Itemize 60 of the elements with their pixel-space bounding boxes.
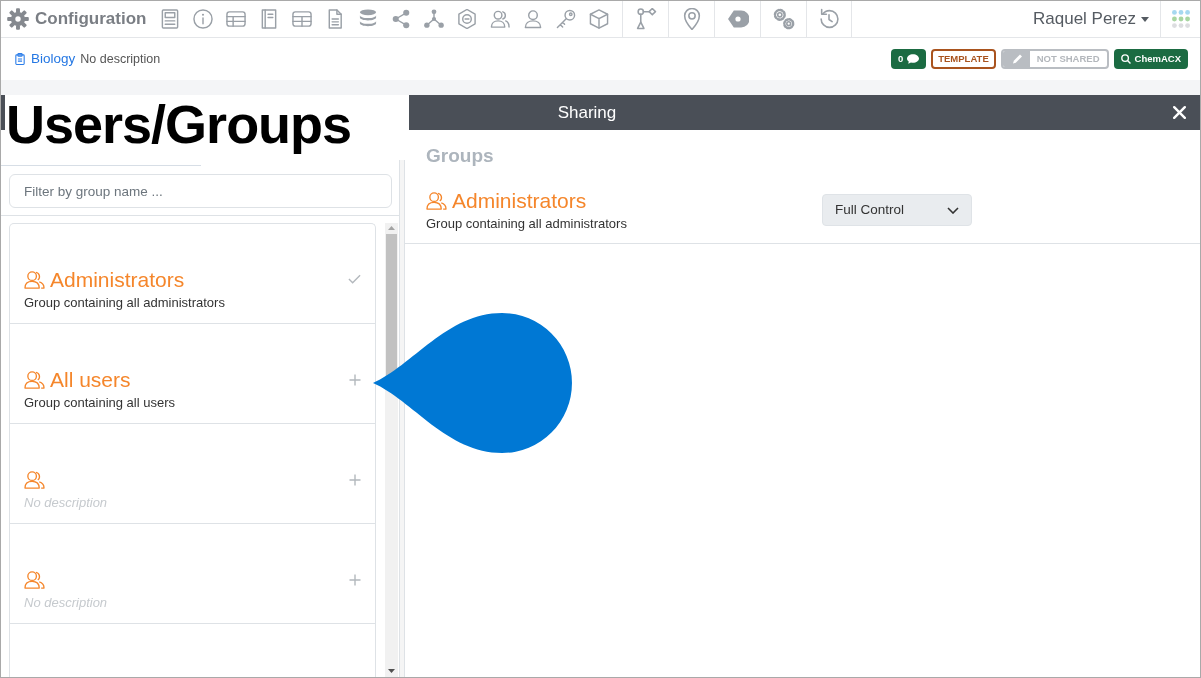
group-description: Group containing all users [24,394,176,412]
group-name: Administrators [452,189,587,211]
scroll-up-icon[interactable] [388,226,395,230]
group-description: No description [24,594,108,612]
section-heading: Groups [425,144,495,168]
group-icon [24,569,45,589]
apps-grid-icon[interactable] [1171,10,1190,28]
search-button[interactable]: ChemACX [1113,49,1188,69]
add-icon[interactable] [349,374,361,386]
group-icon [24,369,45,389]
settings-icon [7,8,29,30]
speech-bubble-icon [907,54,920,64]
info-icon[interactable] [193,9,213,29]
check-icon[interactable] [348,274,361,284]
page-title: Configuration [35,8,147,31]
label-icon[interactable] [726,8,749,30]
cube-icon[interactable] [589,9,609,29]
record-description: No description [80,50,161,68]
clipboard-icon [15,52,25,66]
search-icon [1120,54,1131,64]
database-icon[interactable] [358,9,378,29]
dialog-title: Sharing [556,101,618,124]
group-name: All users [50,368,131,390]
record-link[interactable]: Biology [31,48,76,70]
pencil-icon [1002,51,1030,67]
network-icon[interactable] [424,9,444,29]
gears-icon[interactable] [772,8,795,30]
group-icon [24,469,45,489]
hexagon-icon[interactable] [457,9,477,29]
form-icon[interactable] [160,9,180,29]
group-name: Administrators [50,268,185,290]
close-icon[interactable] [1173,106,1186,119]
table-icon[interactable] [226,9,246,29]
chevron-down-icon [947,206,959,214]
annotation-label: Users/Groups [5,95,409,160]
comments-button[interactable]: 0 [890,49,927,69]
add-icon[interactable] [349,474,361,486]
add-icon[interactable] [349,574,361,586]
caret-icon [1141,16,1149,22]
share-icon[interactable] [391,9,411,29]
key-icon[interactable] [556,9,576,29]
template-button[interactable]: TEMPLATE [931,49,996,69]
users-icon[interactable] [490,9,510,29]
user-menu-button[interactable]: Raquel Perez [1033,1,1160,37]
workflow-icon[interactable] [634,8,657,30]
group-description: Group containing all administrators [24,294,225,312]
group-icon [24,269,45,289]
book-icon[interactable] [259,9,279,29]
group-description: No description [24,494,108,512]
group-description: Group containing all administrators [426,215,628,233]
group-list-item[interactable]: All users Group containing all users [10,324,375,424]
scrollbar-track[interactable] [385,223,398,677]
scroll-down-icon[interactable] [388,669,395,673]
permission-dropdown[interactable]: Full Control [822,194,972,226]
group-icon [426,190,447,210]
user-icon[interactable] [523,9,543,29]
filter-field[interactable]: Filter by group name ... [9,174,392,208]
history-icon[interactable] [818,8,840,30]
group-list-item[interactable]: Administrators Group containing all administrators [10,224,375,324]
grid-table-icon[interactable] [292,9,312,29]
